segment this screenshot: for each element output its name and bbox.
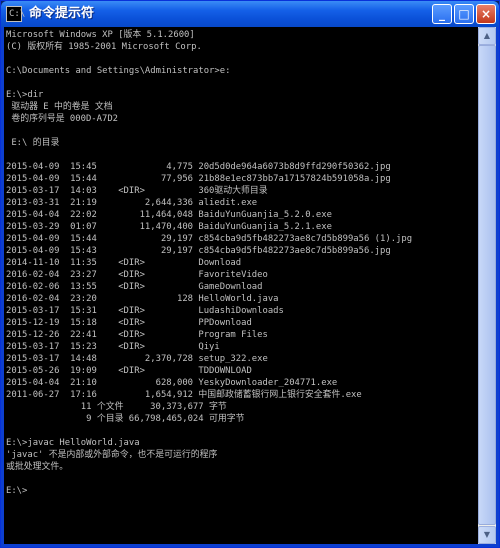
- console-line: 2015-12-26 22:41 <DIR> Program Files: [6, 330, 268, 340]
- console-line: E:\>dir: [6, 90, 44, 100]
- console-line: 2015-04-09 15:45 4,775 20d5d0de964a6073b…: [6, 162, 391, 172]
- command-prompt-window: C:\ 命令提示符 _ □ × Microsoft Windows XP [版本…: [0, 0, 500, 548]
- console-line: E:\>: [6, 486, 28, 496]
- vertical-scrollbar[interactable]: ▲ ▼: [478, 27, 496, 544]
- console-line: 2016-02-04 23:27 <DIR> FavoriteVideo: [6, 270, 268, 280]
- console-line: (C) 版权所有 1985-2001 Microsoft Corp.: [6, 42, 202, 52]
- title-bar[interactable]: C:\ 命令提示符 _ □ ×: [1, 1, 499, 27]
- scroll-up-button[interactable]: ▲: [478, 27, 496, 45]
- console-line: 2016-02-06 13:55 <DIR> GameDownload: [6, 282, 263, 292]
- scroll-down-button[interactable]: ▼: [478, 526, 496, 544]
- window-frame: Microsoft Windows XP [版本 5.1.2600] (C) 版权…: [1, 27, 499, 547]
- console-line: Microsoft Windows XP [版本 5.1.2600]: [6, 30, 195, 40]
- console-line: 2014-11-10 11:35 <DIR> Download: [6, 258, 242, 268]
- console-line: 2015-03-17 14:48 2,370,728 setup_322.exe: [6, 354, 268, 364]
- console-line: 2016-02-04 23:20 128 HelloWorld.java: [6, 294, 279, 304]
- console-line: 'javac' 不是内部或外部命令，也不是可运行的程序: [6, 450, 218, 460]
- command-prompt-icon[interactable]: C:\: [6, 6, 26, 22]
- maximize-button[interactable]: □: [454, 4, 474, 24]
- console-line: 2011-06-27 17:16 1,654,912 中国邮政储蓄银行网上银行安…: [6, 390, 362, 400]
- close-button[interactable]: ×: [476, 4, 496, 24]
- console-line: 2015-05-26 19:09 <DIR> TDDOWNLOAD: [6, 366, 252, 376]
- console-line: 2015-04-04 22:02 11,464,048 BaiduYunGuan…: [6, 210, 332, 220]
- console-line: 2015-03-17 15:23 <DIR> Qiyi: [6, 342, 220, 352]
- console-line: E:\ 的目录: [6, 138, 60, 148]
- window-title: 命令提示符: [29, 6, 95, 21]
- console-line: 2013-03-31 21:19 2,644,336 aliedit.exe: [6, 198, 258, 208]
- console-line: E:\>javac HelloWorld.java: [6, 438, 140, 448]
- icon-glyph: C:\: [9, 9, 26, 19]
- console-line: 卷的序列号是 000D-A7D2: [6, 114, 119, 124]
- console-text: Microsoft Windows XP [版本 5.1.2600] (C) 版权…: [4, 27, 478, 497]
- console-line: 11 个文件 30,373,677 字节: [6, 402, 227, 412]
- console-output[interactable]: Microsoft Windows XP [版本 5.1.2600] (C) 版权…: [4, 27, 478, 544]
- console-line: 2015-03-17 14:03 <DIR> 360驱动大师目录: [6, 186, 268, 196]
- console-line: 2015-04-04 21:10 628,000 YeskyDownloader…: [6, 378, 338, 388]
- console-line: 2015-04-09 15:44 77,956 21b88e1ec873bb7a…: [6, 174, 391, 184]
- console-line: 2015-12-19 15:18 <DIR> PPDownload: [6, 318, 252, 328]
- console-line: 2015-04-09 15:43 29,197 c854cba9d5fb4822…: [6, 246, 391, 256]
- console-line: 2015-04-09 15:44 29,197 c854cba9d5fb4822…: [6, 234, 413, 244]
- console-line: 驱动器 E 中的卷是 文档: [6, 102, 113, 112]
- minimize-button[interactable]: _: [432, 4, 452, 24]
- console-line: 2015-03-17 15:31 <DIR> LudashiDownloads: [6, 306, 284, 316]
- console-line: 9 个目录 66,798,465,024 可用字节: [6, 414, 245, 424]
- console-line: C:\Documents and Settings\Administrator>…: [6, 66, 231, 76]
- console-line: 或批处理文件。: [6, 462, 69, 472]
- scroll-thumb[interactable]: [478, 45, 496, 525]
- console-line: 2015-03-29 01:07 11,470,400 BaiduYunGuan…: [6, 222, 332, 232]
